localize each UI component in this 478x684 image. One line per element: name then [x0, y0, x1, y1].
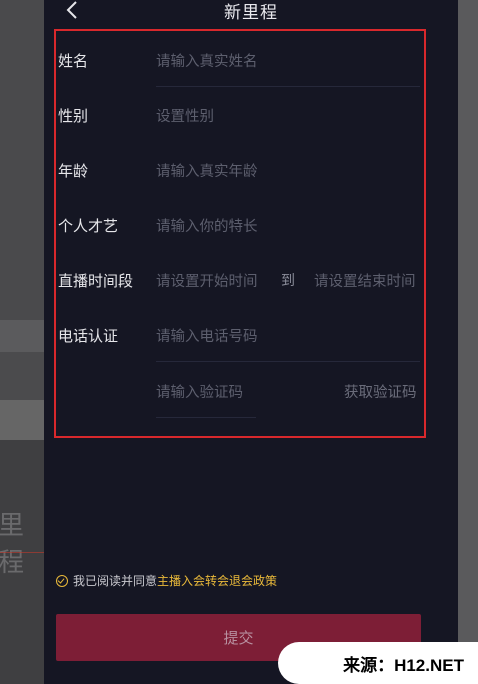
talent-label: 个人才艺 [58, 217, 119, 235]
live-time-label: 直播时间段 [58, 272, 134, 290]
age-input[interactable]: 请输入真实年龄 [156, 160, 258, 181]
age-label: 年龄 [58, 162, 89, 180]
gender-row: 性别 设置性别 [44, 95, 458, 135]
background-page: 里程 [0, 0, 44, 684]
age-row: 年龄 请输入真实年龄 [44, 150, 458, 190]
phone-label: 电话认证 [58, 327, 119, 345]
name-row: 姓名 请输入真实姓名 [44, 40, 458, 87]
checkmark-circle-icon[interactable] [56, 574, 68, 587]
name-label: 姓名 [58, 52, 89, 70]
gender-label: 性别 [58, 107, 89, 125]
source-watermark: 来源：H12.NET [278, 642, 478, 684]
to-separator: 到 [281, 273, 295, 289]
code-row: 请输入验证码 获取验证码 [44, 371, 458, 418]
background-page-right [458, 0, 478, 684]
verification-code-input[interactable]: 请输入验证码 [156, 381, 243, 402]
phone-input[interactable]: 请输入电话号码 [156, 325, 258, 346]
code-underline [156, 417, 256, 418]
agreement-row: 我已阅读并同意 主播入会转会退会政策 [56, 572, 277, 589]
page-title: 新里程 [224, 3, 278, 23]
phone-underline [156, 361, 420, 362]
talent-input[interactable]: 请输入你的特长 [156, 215, 258, 236]
start-time-picker[interactable]: 请设置开始时间 [156, 270, 258, 291]
agreement-text: 我已阅读并同意 [73, 574, 158, 588]
live-time-row: 直播时间段 请设置开始时间 到 请设置结束时间 [44, 260, 458, 300]
nav-bar: 新里程 [44, 0, 458, 24]
name-input[interactable]: 请输入真实姓名 [156, 50, 258, 71]
end-time-picker[interactable]: 请设置结束时间 [314, 270, 416, 291]
talent-row: 个人才艺 请输入你的特长 [44, 205, 458, 245]
policy-link[interactable]: 主播入会转会退会政策 [157, 572, 277, 589]
application-form-screen: 新里程 姓名 请输入真实姓名 性别 设置性别 年龄 请输入真实年龄 个人才艺 请… [44, 0, 458, 684]
background-ghost-text: 里程 [0, 511, 25, 578]
background-divider [0, 552, 44, 553]
name-underline [156, 86, 420, 87]
get-code-button[interactable]: 获取验证码 [344, 381, 417, 402]
phone-row: 电话认证 请输入电话号码 [44, 315, 458, 362]
gender-select[interactable]: 设置性别 [156, 105, 214, 126]
